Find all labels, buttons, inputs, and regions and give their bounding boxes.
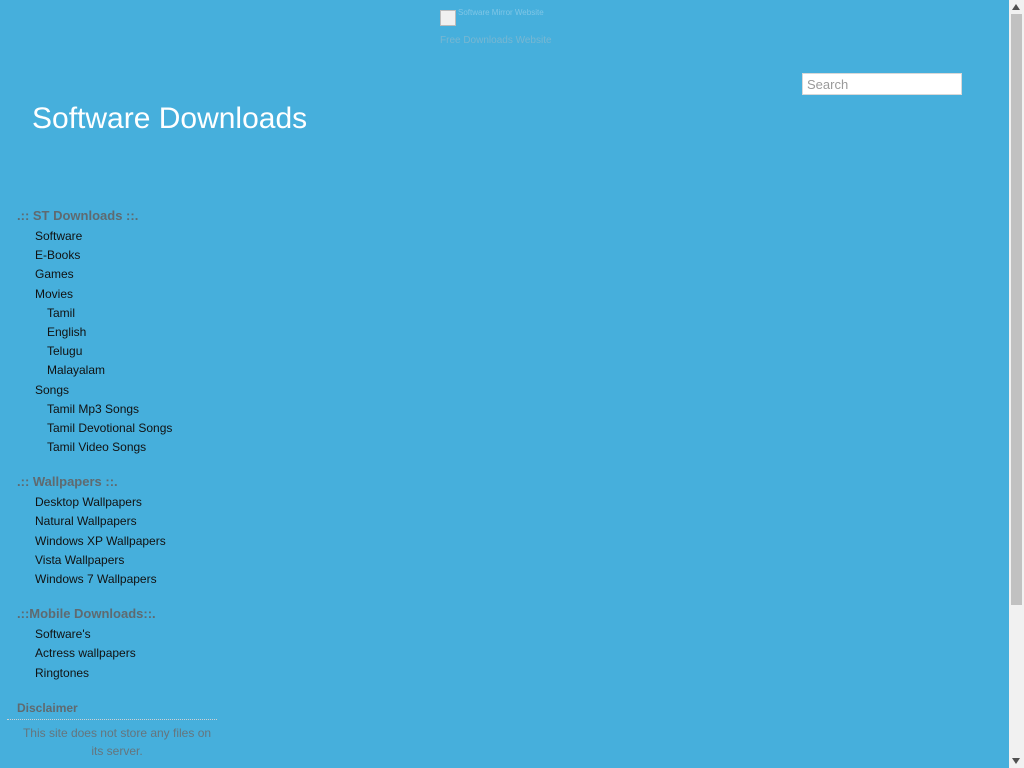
st-downloads-list: Software E-Books Games Movies Tamil Engl… [17, 227, 217, 457]
sidebar-item-ringtones[interactable]: Ringtones [17, 664, 217, 683]
sidebar-item-windows-7-wallpapers[interactable]: Windows 7 Wallpapers [17, 570, 217, 589]
sidebar-item-movies-tamil[interactable]: Tamil [17, 304, 217, 323]
sidebar-item-vista-wallpapers[interactable]: Vista Wallpapers [17, 551, 217, 570]
disclaimer-title: Disclaimer [17, 700, 78, 715]
wallpapers-list: Desktop Wallpapers Natural Wallpapers Wi… [17, 493, 217, 589]
sidebar-item-movies-telugu[interactable]: Telugu [17, 342, 217, 361]
sidebar: .:: ST Downloads ::. Software E-Books Ga… [7, 205, 217, 760]
vertical-scrollbar[interactable] [1009, 0, 1024, 768]
sidebar-item-actress-wallpapers[interactable]: Actress wallpapers [17, 644, 217, 663]
top-banner[interactable]: Software Mirror Website Free Downloads W… [440, 8, 600, 50]
sidebar-item-windows-xp-wallpapers[interactable]: Windows XP Wallpapers [17, 532, 217, 551]
sidebar-item-tamil-devotional-songs[interactable]: Tamil Devotional Songs [17, 419, 217, 438]
sidebar-item-ebooks[interactable]: E-Books [17, 246, 217, 265]
page: Software Mirror Website Free Downloads W… [0, 0, 1009, 768]
sidebar-item-tamil-mp3-songs[interactable]: Tamil Mp3 Songs [17, 400, 217, 419]
sidebar-item-software[interactable]: Software [17, 227, 217, 246]
section-title-wallpapers: .:: Wallpapers ::. [17, 474, 118, 490]
disclaimer-divider [7, 718, 217, 720]
arrow-up-icon[interactable] [1012, 4, 1020, 10]
arrow-down-icon[interactable] [1012, 758, 1020, 764]
sidebar-item-movies-english[interactable]: English [17, 323, 217, 342]
banner-link[interactable]: Free Downloads Website [440, 35, 552, 46]
banner-alt-text: Software Mirror Website [458, 8, 544, 17]
section-title-mobile-downloads: .::Mobile Downloads::. [17, 606, 156, 622]
sidebar-item-games[interactable]: Games [17, 265, 217, 284]
sidebar-item-movies[interactable]: Movies [17, 285, 217, 304]
mobile-downloads-list: Software's Actress wallpapers Ringtones [17, 625, 217, 683]
sidebar-item-songs[interactable]: Songs [17, 381, 217, 400]
sidebar-item-movies-malayalam[interactable]: Malayalam [17, 361, 217, 380]
sidebar-item-natural-wallpapers[interactable]: Natural Wallpapers [17, 512, 217, 531]
site-title[interactable]: Software Downloads [32, 102, 307, 136]
sidebar-item-tamil-video-songs[interactable]: Tamil Video Songs [17, 438, 217, 457]
section-title-st-downloads: .:: ST Downloads ::. [17, 208, 139, 223]
sidebar-item-desktop-wallpapers[interactable]: Desktop Wallpapers [17, 493, 217, 512]
scrollbar-thumb[interactable] [1011, 14, 1022, 605]
disclaimer-text: This site does not store any files on it… [22, 725, 212, 758]
search-input[interactable] [802, 73, 962, 95]
sidebar-item-mobile-software[interactable]: Software's [17, 625, 217, 644]
broken-image-icon [440, 10, 456, 26]
